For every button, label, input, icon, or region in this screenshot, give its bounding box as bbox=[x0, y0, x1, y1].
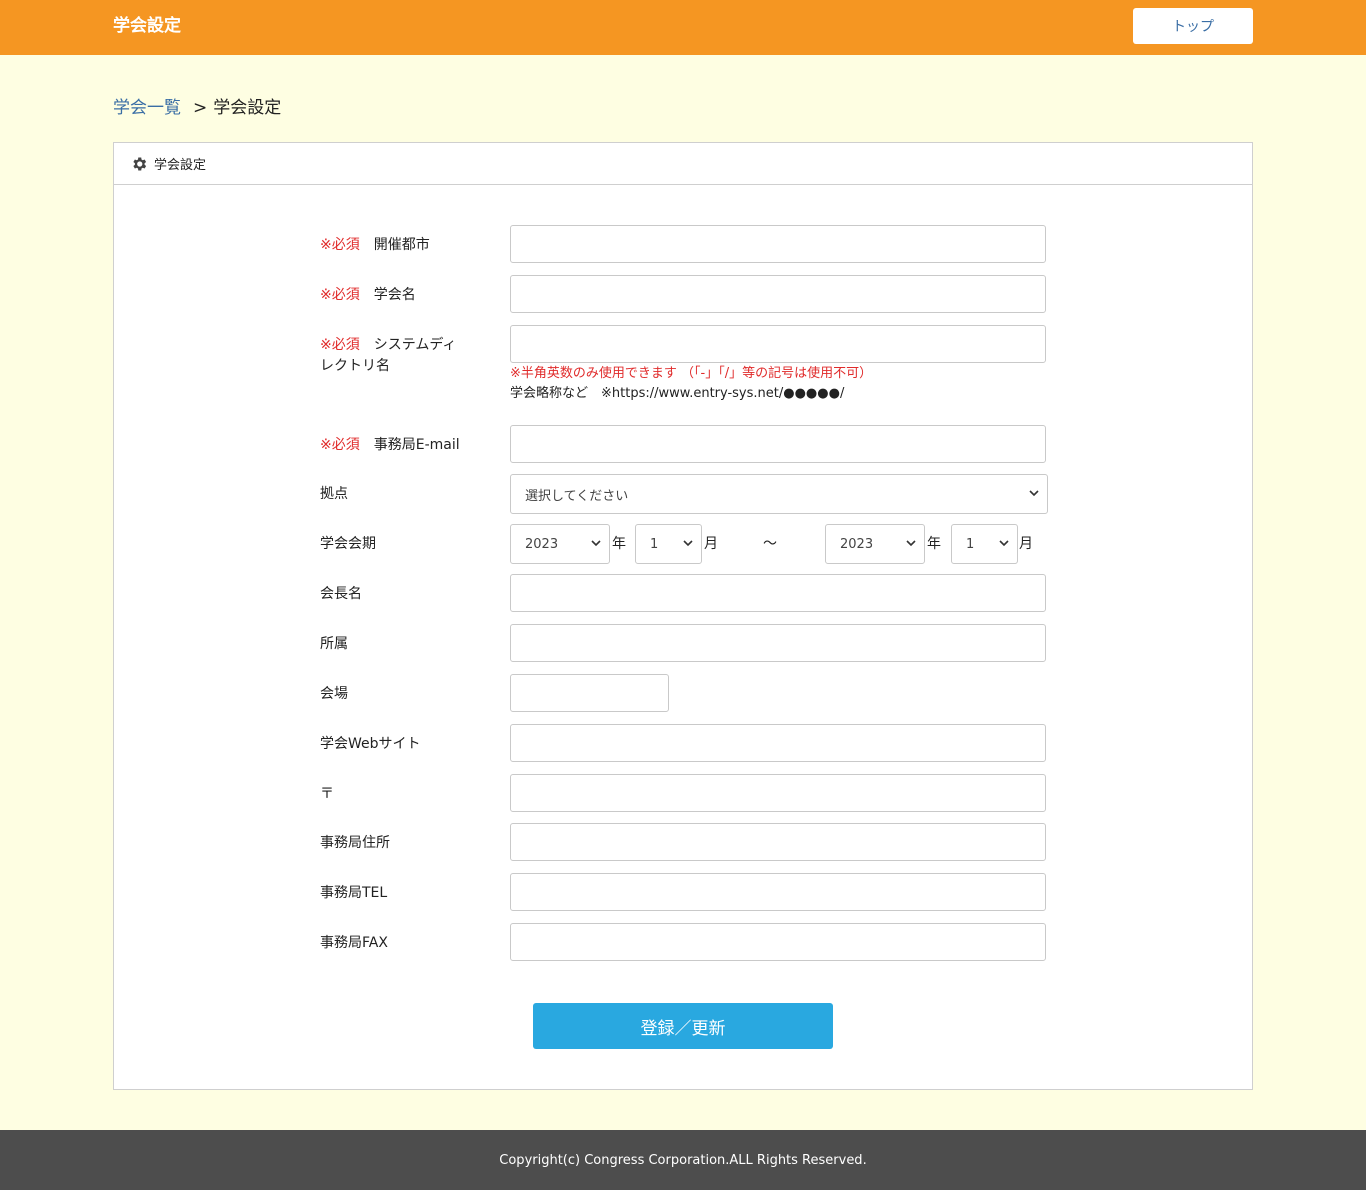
base-select[interactable]: 選択してください bbox=[510, 474, 1048, 514]
required-mark: ※必須 bbox=[320, 337, 360, 353]
address-input[interactable] bbox=[510, 823, 1046, 861]
fax-input[interactable] bbox=[510, 923, 1046, 961]
required-mark: ※必須 bbox=[320, 237, 360, 253]
postal-label: 〒 bbox=[320, 786, 334, 802]
required-mark: ※必須 bbox=[320, 287, 360, 303]
month-unit: 月 bbox=[1019, 536, 1033, 552]
panel-header: 学会設定 bbox=[114, 143, 1252, 185]
month-unit: 月 bbox=[704, 536, 718, 552]
submit-button[interactable]: 登録／更新 bbox=[533, 1003, 833, 1049]
chevron-down-icon bbox=[591, 540, 601, 547]
city-input[interactable] bbox=[510, 225, 1046, 263]
chevron-down-icon bbox=[906, 540, 916, 547]
venue-label: 会場 bbox=[320, 686, 348, 702]
term-tilde: 〜 bbox=[763, 536, 777, 552]
directory-note-warning: ※半角英数のみ使用できます （「-」「/」等の記号は使用不可） bbox=[510, 366, 873, 381]
term-start-year-select[interactable]: 2023 bbox=[510, 524, 610, 564]
breadcrumb-society-list-link[interactable]: 学会一覧 bbox=[113, 98, 181, 118]
term-end-year-select[interactable]: 2023 bbox=[825, 524, 925, 564]
chevron-down-icon bbox=[999, 540, 1009, 547]
affiliation-input[interactable] bbox=[510, 624, 1046, 662]
year-unit: 年 bbox=[927, 536, 941, 552]
tel-label: 事務局TEL bbox=[320, 885, 388, 901]
breadcrumb: 学会一覧 > 学会設定 bbox=[113, 96, 281, 120]
society-name-input[interactable] bbox=[510, 275, 1046, 313]
president-label: 会長名 bbox=[320, 586, 362, 602]
directory-input[interactable] bbox=[510, 325, 1046, 363]
panel-title: 学会設定 bbox=[154, 158, 207, 173]
email-input[interactable] bbox=[510, 425, 1046, 463]
settings-panel: 学会設定 ※必須 開催都市 ※必須 学会名 ※必須 システムディ レクトリ名 ※半角英数… bbox=[113, 142, 1253, 1090]
term-label: 学会会期 bbox=[320, 536, 376, 552]
directory-note: 学会略称など ※https://www.entry-sys.net/●●●●●/ bbox=[510, 386, 845, 401]
venue-input[interactable] bbox=[510, 674, 669, 712]
directory-label: ※必須 システムディ レクトリ名 bbox=[320, 337, 457, 374]
gear-icon bbox=[133, 156, 147, 171]
society-name-label: ※必須 学会名 bbox=[320, 287, 416, 303]
header-bar: 学会設定 トップ bbox=[0, 0, 1366, 55]
address-label: 事務局住所 bbox=[320, 835, 390, 851]
affiliation-label: 所属 bbox=[320, 636, 348, 652]
president-input[interactable] bbox=[510, 574, 1046, 612]
website-label: 学会Webサイト bbox=[320, 736, 421, 752]
term-start-month-select[interactable]: 1 bbox=[635, 524, 702, 564]
fax-label: 事務局FAX bbox=[320, 935, 388, 951]
email-label: ※必須 事務局E-mail bbox=[320, 437, 460, 453]
header-title: 学会設定 bbox=[113, 16, 181, 36]
chevron-down-icon bbox=[1029, 490, 1039, 497]
footer: Copyright(c) Congress Corporation.ALL Ri… bbox=[0, 1130, 1366, 1190]
website-input[interactable] bbox=[510, 724, 1046, 762]
top-button[interactable]: トップ bbox=[1133, 8, 1253, 44]
chevron-down-icon bbox=[683, 540, 693, 547]
tel-input[interactable] bbox=[510, 873, 1046, 911]
term-end-month-select[interactable]: 1 bbox=[951, 524, 1018, 564]
breadcrumb-current: 学会設定 bbox=[213, 98, 282, 118]
postal-input[interactable] bbox=[510, 774, 1046, 812]
footer-copyright: Copyright(c) Congress Corporation.ALL Ri… bbox=[499, 1152, 867, 1168]
required-mark: ※必須 bbox=[320, 437, 360, 453]
breadcrumb-separator: > bbox=[193, 98, 208, 118]
year-unit: 年 bbox=[612, 536, 626, 552]
city-label: ※必須 開催都市 bbox=[320, 237, 430, 253]
base-label: 拠点 bbox=[320, 486, 348, 502]
